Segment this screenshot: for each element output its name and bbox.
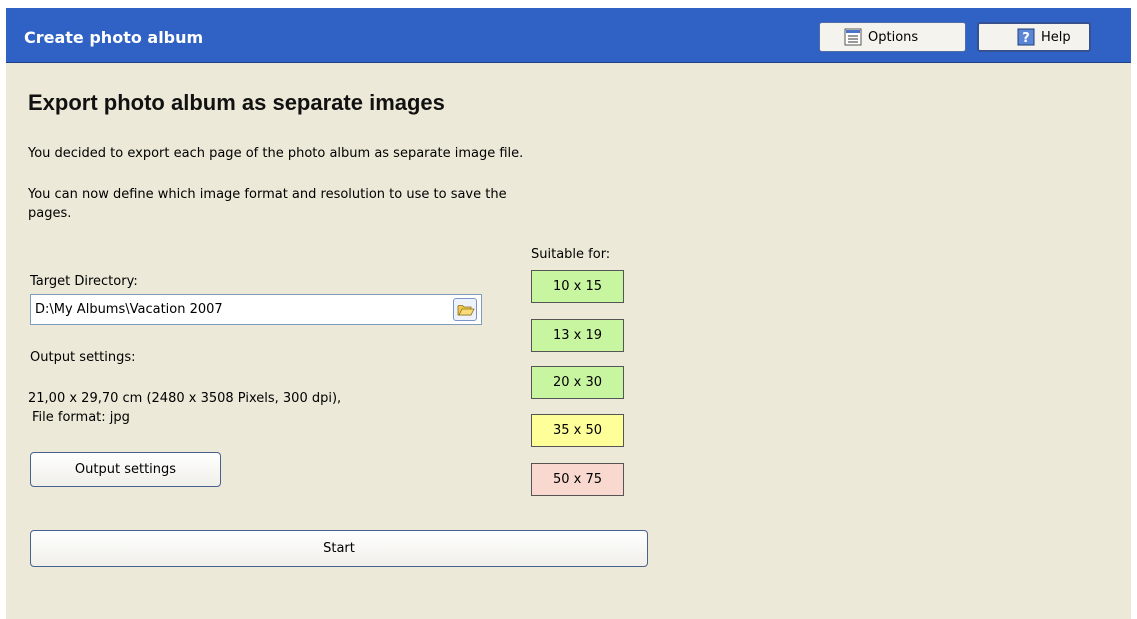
size-badge-35x50: 35 x 50	[531, 414, 624, 447]
svg-text:?: ?	[1022, 31, 1030, 46]
output-settings-line1: 21,00 x 29,70 cm (2480 x 3508 Pixels, 30…	[28, 391, 342, 406]
help-label: Help	[1041, 29, 1071, 45]
question-icon: ?	[1017, 28, 1035, 46]
define-text-line1: You can now define which image format an…	[28, 187, 507, 202]
target-directory-field	[30, 294, 482, 325]
size-badge-label: 50 x 75	[552, 472, 603, 487]
output-settings-line2: File format: jpg	[32, 410, 130, 425]
suitable-for-label: Suitable for:	[531, 247, 611, 262]
target-directory-label: Target Directory:	[30, 274, 138, 289]
size-badge-label: 20 x 30	[552, 375, 603, 390]
browse-folder-button[interactable]	[453, 298, 477, 321]
options-label: Options	[868, 29, 919, 45]
size-badge-13x19: 13 x 19	[531, 319, 624, 352]
start-button-label: Start	[323, 541, 355, 556]
title-bar: Create photo album Options ? Help	[6, 8, 1131, 63]
options-button[interactable]: Options	[819, 22, 966, 52]
output-settings-label: Output settings:	[30, 350, 136, 365]
output-settings-button-label: Output settings	[74, 462, 177, 477]
size-badge-20x30: 20 x 30	[531, 366, 624, 399]
size-badge-label: 10 x 15	[552, 279, 603, 294]
intro-text: You decided to export each page of the p…	[28, 146, 524, 161]
output-settings-button[interactable]: Output settings	[30, 452, 221, 487]
start-button[interactable]: Start	[30, 530, 648, 567]
help-button[interactable]: ? Help	[977, 22, 1091, 52]
size-badge-10x15: 10 x 15	[531, 270, 624, 303]
list-icon	[844, 28, 862, 46]
folder-icon	[454, 305, 476, 324]
window-title: Create photo album	[24, 28, 204, 47]
target-directory-input[interactable]	[35, 300, 445, 319]
size-badge-label: 13 x 19	[552, 328, 603, 343]
size-badge-label: 35 x 50	[552, 423, 603, 438]
define-text-line2: pages.	[28, 206, 72, 221]
dialog-panel: Create photo album Options ? Help Export…	[6, 8, 1131, 619]
page-title: Export photo album as separate images	[28, 90, 445, 115]
size-badge-50x75: 50 x 75	[531, 463, 624, 496]
